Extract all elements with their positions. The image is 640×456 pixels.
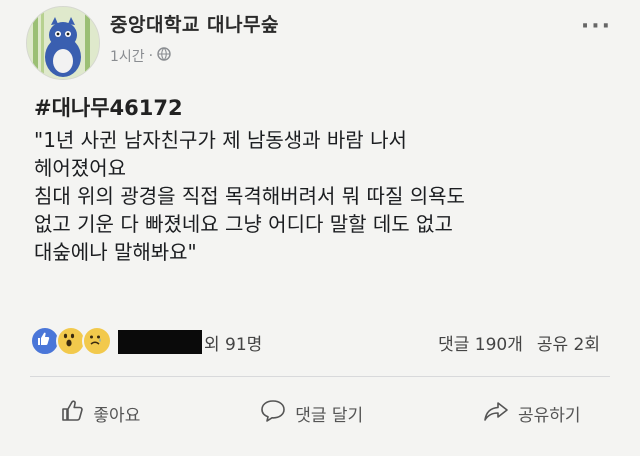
redaction-bar: [118, 330, 202, 354]
facebook-post-card: 중앙대학교 대나무숲 1시간 · ··· #대나무46172 "1년 사귄 남자…: [0, 0, 640, 456]
post-meta: 1시간 ·: [110, 46, 171, 66]
post-hashtag[interactable]: #대나무46172: [34, 94, 624, 122]
speech-bubble-icon: [259, 398, 287, 429]
share-arrow-icon: [482, 398, 510, 429]
sad-icon: [82, 326, 112, 356]
reaction-icons[interactable]: [30, 326, 112, 356]
globe-icon: [157, 47, 171, 65]
thumbs-up-icon: [59, 398, 85, 429]
share-button[interactable]: 공유하기: [472, 394, 591, 433]
action-bar: 좋아요 댓글 달기 공유하기: [0, 394, 640, 433]
post-line: 침대 위의 광경을 직접 목격해버려서 뭐 따질 의욕도: [34, 184, 465, 208]
post-line: 헤어졌어요: [34, 156, 126, 180]
more-options-icon[interactable]: ···: [581, 14, 612, 39]
share-count[interactable]: 공유 2회: [537, 330, 600, 355]
post-stats: 댓글 190개 공유 2회: [438, 330, 600, 355]
comment-label: 댓글 달기: [295, 406, 364, 426]
post-line: 없고 기운 다 빠졌네요 그냥 어디다 말할 데도 없고: [34, 212, 453, 236]
page-name[interactable]: 중앙대학교 대나무숲: [110, 10, 279, 37]
page-avatar[interactable]: [26, 6, 100, 80]
post-line: "1년 사귄 남자친구가 제 남동생과 바람 나서: [34, 128, 407, 152]
like-label: 좋아요: [93, 406, 141, 426]
post-body: #대나무46172 "1년 사귄 남자친구가 제 남동생과 바람 나서 헤어졌어…: [34, 94, 624, 266]
meta-separator: ·: [148, 48, 154, 64]
divider: [30, 376, 610, 377]
share-label: 공유하기: [518, 406, 581, 426]
post-line: 대숲에나 말해봐요": [34, 240, 197, 264]
comment-button[interactable]: 댓글 달기: [249, 394, 373, 433]
post-time[interactable]: 1시간: [110, 46, 145, 66]
comment-count[interactable]: 댓글 190개: [438, 330, 523, 355]
reaction-count[interactable]: 외 91명: [204, 330, 262, 355]
like-button[interactable]: 좋아요: [49, 394, 150, 433]
